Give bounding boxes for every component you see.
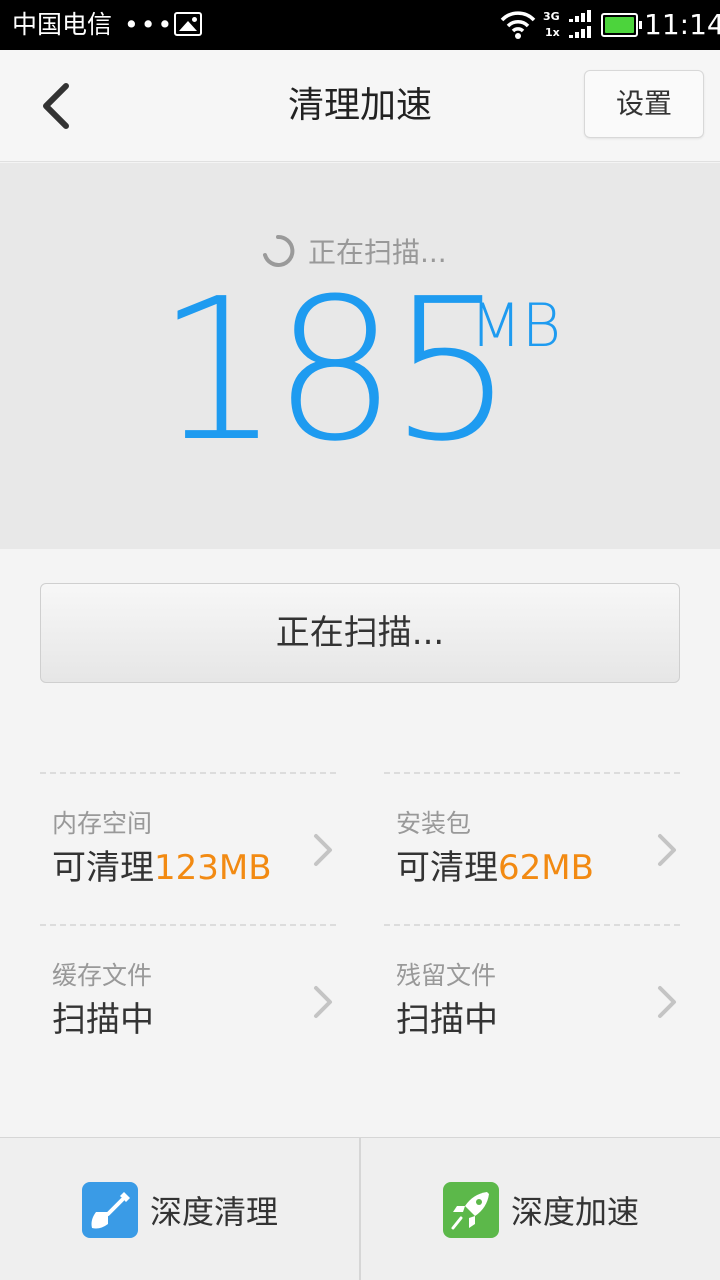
chevron-right-icon [658, 834, 676, 866]
category-apk[interactable]: 安装包 可清理62MB [384, 772, 680, 922]
divider [40, 772, 336, 774]
bottom-action-bar: 深度清理 深度加速 [0, 1137, 720, 1280]
carrier-name: 中国电信 [12, 10, 113, 39]
chevron-right-icon [314, 986, 332, 1018]
header-bar: 清理加速 设置 [0, 50, 720, 162]
network-type-1x: 1x [545, 26, 560, 39]
settings-button[interactable]: 设置 [584, 70, 704, 138]
category-label: 残留文件 [396, 961, 497, 990]
chevron-right-icon [658, 986, 676, 1018]
category-value: 扫描中 [52, 998, 154, 1042]
status-bar: 中国电信 ••• 3G 1x 11:14 [0, 0, 720, 50]
scanning-button[interactable]: 正在扫描... [40, 583, 680, 683]
deep-clean-button[interactable]: 深度清理 [0, 1138, 359, 1280]
category-prefix: 扫描中 [52, 1000, 154, 1040]
network-type-3g: 3G [543, 10, 560, 23]
chevron-right-icon [314, 834, 332, 866]
battery-level [605, 17, 634, 33]
divider [40, 924, 336, 926]
category-label: 内存空间 [52, 809, 153, 838]
category-label: 安装包 [396, 809, 472, 838]
junk-size-unit: MB [470, 291, 562, 361]
scan-summary-panel: 正在扫描... 185 MB [0, 163, 720, 549]
deep-boost-button[interactable]: 深度加速 [361, 1138, 720, 1280]
category-value: 可清理62MB [396, 846, 594, 890]
category-prefix: 可清理 [52, 848, 154, 888]
category-prefix: 扫描中 [396, 1000, 498, 1040]
divider [384, 924, 680, 926]
signal-icon: 3G 1x [543, 8, 595, 42]
divider [384, 772, 680, 774]
deep-clean-label: 深度清理 [150, 1193, 279, 1231]
category-value: 可清理123MB [52, 846, 272, 890]
rocket-icon [443, 1182, 499, 1238]
category-memory[interactable]: 内存空间 可清理123MB [40, 772, 336, 922]
category-value: 扫描中 [396, 998, 498, 1042]
category-cache[interactable]: 缓存文件 扫描中 [40, 924, 336, 1074]
category-label: 缓存文件 [52, 961, 153, 990]
image-notification-icon [174, 12, 202, 36]
category-residual[interactable]: 残留文件 扫描中 [384, 924, 680, 1074]
notification-dots: ••• [124, 10, 175, 39]
category-amount: 62MB [498, 848, 594, 888]
junk-size-value: 185 [156, 257, 514, 485]
battery-icon [601, 13, 642, 37]
category-prefix: 可清理 [396, 848, 498, 888]
clock: 11:14 [644, 8, 720, 41]
wifi-icon [500, 11, 536, 39]
deep-boost-label: 深度加速 [511, 1193, 640, 1231]
shovel-icon [82, 1182, 138, 1238]
category-amount: 123MB [154, 848, 272, 888]
